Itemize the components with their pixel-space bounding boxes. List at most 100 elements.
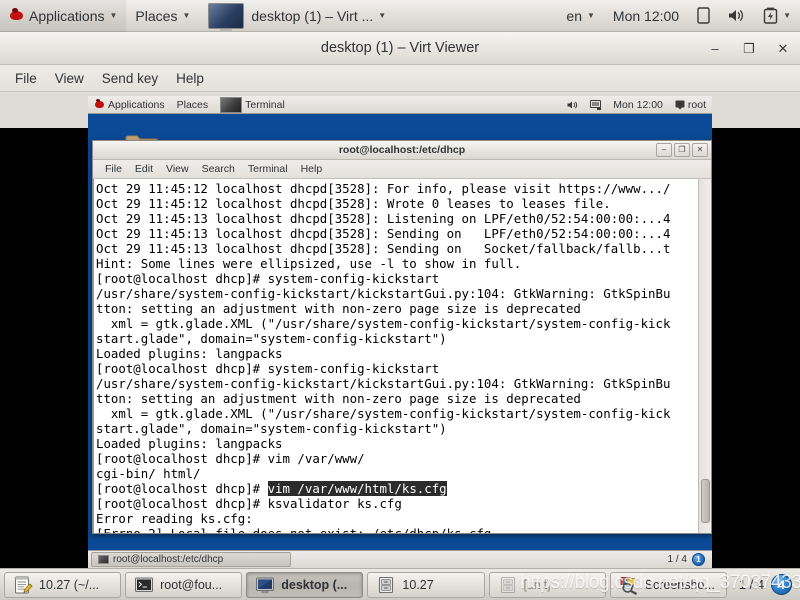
taskbar-item-label: desktop (...: [281, 577, 348, 592]
minimize-button[interactable]: ‒: [708, 42, 722, 55]
terminal-line: /usr/share/system-config-kickstart/kicks…: [96, 376, 671, 391]
vm-workspace-switcher[interactable]: 1 / 4 1: [668, 553, 709, 566]
terminal-menu-file[interactable]: File: [99, 161, 128, 177]
screenshot-icon: [619, 575, 639, 595]
terminal-line: [Errno 2] Local file does not exist: /et…: [96, 526, 698, 533]
terminal-scrollbar-thumb[interactable]: [701, 479, 710, 523]
terminal-line: Loaded plugins: langpacks: [96, 346, 283, 361]
terminal-line: xml = gtk.glade.XML ("/usr/share/system-…: [96, 316, 671, 331]
terminal-icon: [98, 555, 109, 564]
vm-display-canvas[interactable]: Applications Places Terminal Mon 12:00 r…: [88, 96, 712, 568]
outer-taskbar: 10.27 (~/... root@fou... desktop (... 10…: [0, 568, 800, 600]
vm-taskbar-item-terminal[interactable]: root@localhost:/etc/dhcp: [91, 552, 291, 567]
terminal-thumbnail-icon: [220, 96, 243, 113]
terminal-menu-view[interactable]: View: [160, 161, 195, 177]
vm-window-menu-terminal[interactable]: Terminal: [214, 96, 291, 114]
terminal-screen[interactable]: Oct 29 11:45:12 localhost dhcpd[3528]: F…: [94, 179, 698, 533]
close-button[interactable]: ✕: [692, 143, 708, 157]
battery-indicator[interactable]: ▼: [754, 0, 800, 32]
terminal-menu-terminal[interactable]: Terminal: [242, 161, 294, 177]
volume-indicator[interactable]: [719, 0, 754, 32]
taskbar-item-virt-viewer[interactable]: desktop (...: [246, 571, 364, 598]
workspace-badge[interactable]: 4: [771, 574, 793, 595]
vm-applications-menu[interactable]: Applications: [88, 96, 171, 114]
vm-top-panel: Applications Places Terminal Mon 12:00 r…: [88, 96, 712, 114]
vm-workspace-label: 1 / 4: [667, 554, 687, 565]
taskbar-item-terminal[interactable]: root@fou...: [125, 571, 243, 598]
menu-help[interactable]: Help: [168, 68, 212, 89]
terminal-line: Oct 29 11:45:12 localhost dhcpd[3528]: F…: [96, 181, 671, 196]
places-menu-label: Places: [135, 7, 178, 24]
virt-viewer-titlebar[interactable]: desktop (1) – Virt Viewer ‒ ❐ ✕: [0, 32, 800, 65]
terminal-line: [root@localhost dhcp]# ksvalidator ks.cf…: [96, 496, 402, 511]
terminal-menu-search[interactable]: Search: [196, 161, 241, 177]
text-editor-icon: [13, 575, 33, 595]
archive-icon: [376, 575, 396, 595]
menu-view[interactable]: View: [47, 68, 92, 89]
menu-file[interactable]: File: [7, 68, 45, 89]
chevron-down-icon: ▼: [378, 10, 387, 20]
applications-menu-label: Applications: [29, 7, 105, 24]
virt-viewer-icon: [255, 575, 275, 595]
workspace-switcher[interactable]: 1 / 4 4: [731, 574, 796, 595]
keyboard-layout-indicator[interactable]: en ▼: [557, 0, 604, 32]
minimize-button[interactable]: ‒: [656, 143, 672, 157]
menu-send-key[interactable]: Send key: [94, 68, 166, 89]
terminal-window[interactable]: root@localhost:/etc/dhcp ‒ ❐ ✕ File Edit…: [92, 140, 712, 534]
taskbar-item-label: root@fou...: [160, 577, 223, 592]
window-menu-label: desktop (1) – Virt ...: [251, 7, 374, 24]
vm-clock[interactable]: Mon 12:00: [607, 96, 669, 114]
user-icon: [675, 100, 685, 110]
battery-charging-icon: [763, 7, 778, 24]
virt-viewer-window-controls: ‒ ❐ ✕: [708, 32, 790, 65]
terminal-body: Oct 29 11:45:12 localhost dhcpd[3528]: F…: [93, 179, 711, 533]
taskbar-item-label: 10.27 (~/...: [39, 577, 100, 592]
window-menu-virt-viewer[interactable]: desktop (1) – Virt ... ▼: [199, 0, 395, 32]
chevron-down-icon: ▼: [109, 10, 118, 20]
terminal-scrollbar[interactable]: [698, 179, 711, 533]
taskbar-item-unit[interactable]: [unit]: [488, 571, 606, 598]
chevron-down-icon: ▼: [586, 10, 595, 20]
vm-window-menu-label: Terminal: [245, 98, 285, 111]
vm-applications-label: Applications: [108, 98, 165, 111]
taskbar-item-screenshot[interactable]: Screensho...: [609, 571, 727, 598]
volume-icon: [728, 8, 745, 23]
taskbar-item-archive[interactable]: 10.27: [367, 571, 485, 598]
terminal-titlebar[interactable]: root@localhost:/etc/dhcp ‒ ❐ ✕: [93, 141, 711, 160]
vm-user-menu[interactable]: root: [669, 96, 712, 114]
virt-viewer-title: desktop (1) – Virt Viewer: [320, 40, 480, 56]
vm-places-menu[interactable]: Places: [171, 96, 215, 114]
terminal-icon: [134, 575, 154, 595]
terminal-line: cgi-bin/ html/: [96, 466, 201, 481]
taskbar-item-text-editor[interactable]: 10.27 (~/...: [4, 571, 122, 598]
applications-menu[interactable]: Applications ▼: [0, 0, 127, 32]
terminal-line: Oct 29 11:45:13 localhost dhcpd[3528]: L…: [96, 211, 671, 226]
taskbar-item-label: 10.27: [402, 577, 434, 592]
maximize-button[interactable]: ❐: [742, 42, 756, 55]
vm-workspace-badge[interactable]: 1: [692, 553, 705, 566]
display-indicator[interactable]: [688, 0, 719, 32]
terminal-line: start.glade", domain="system-config-kick…: [96, 421, 447, 436]
terminal-menubar: File Edit View Search Terminal Help: [93, 160, 711, 179]
terminal-prompt: [root@localhost dhcp]#: [96, 481, 268, 496]
vm-volume-indicator[interactable]: [561, 96, 584, 114]
terminal-line: Error reading ks.cfg:: [96, 511, 253, 526]
virt-viewer-menubar: File View Send key Help: [0, 65, 800, 92]
maximize-button[interactable]: ❐: [674, 143, 690, 157]
clock[interactable]: Mon 12:00: [604, 0, 688, 32]
terminal-menu-help[interactable]: Help: [295, 161, 329, 177]
virt-viewer-thumbnail-icon: [208, 2, 245, 29]
terminal-selected-text[interactable]: vim /var/www/html/ks.cfg: [267, 481, 447, 496]
terminal-menu-edit[interactable]: Edit: [129, 161, 159, 177]
terminal-line: [root@localhost dhcp]# vim /var/www/html…: [96, 481, 698, 496]
redhat-logo-icon: [9, 8, 24, 23]
close-button[interactable]: ✕: [776, 42, 790, 55]
vm-clock-label: Mon 12:00: [613, 98, 663, 111]
workspace-label: 1 / 4: [738, 577, 765, 592]
vm-network-indicator[interactable]: [584, 96, 607, 114]
terminal-line: Oct 29 11:45:13 localhost dhcpd[3528]: S…: [96, 226, 671, 241]
places-menu[interactable]: Places ▼: [126, 0, 199, 32]
vm-places-label: Places: [176, 98, 209, 111]
terminal-line: [root@localhost dhcp]# system-config-kic…: [96, 361, 440, 376]
terminal-line: Hint: Some lines were ellipsized, use -l…: [96, 256, 522, 271]
